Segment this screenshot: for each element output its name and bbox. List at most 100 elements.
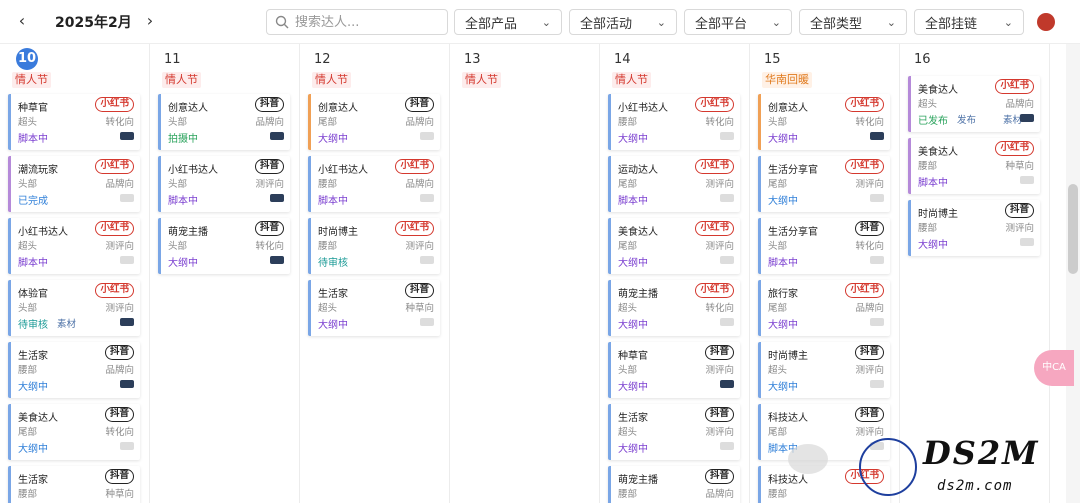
card-tier: 超头 xyxy=(318,303,338,314)
material-link[interactable]: 发布 xyxy=(957,112,976,126)
schedule-card[interactable]: 创意达人 抖音 头部 品牌向 拍摄中 xyxy=(158,94,290,150)
platform-badge: 小红书 xyxy=(95,283,134,298)
schedule-card[interactable]: 生活家 抖音 超头 测评向 大纲中 xyxy=(608,404,740,460)
day-column: 12 情人节 创意达人 抖音 尾部 品牌向 大纲中 小红书达人 小红书 腰部 品牌向 脚本中 时尚博主小… xyxy=(300,44,450,503)
watermark: DS2M ds2m.com xyxy=(855,432,1080,503)
card-status: 大纲中 xyxy=(318,134,348,145)
card-tier: 头部 xyxy=(168,241,188,252)
next-month-button[interactable]: › xyxy=(140,10,160,32)
tool-icon xyxy=(1020,114,1034,122)
toolbar: ‹ 2025年2月 › 全部产品 ⌄ 全部活动 ⌄ 全部平台 ⌄ 全部类型 ⌄ 全部挂链… xyxy=(0,0,1080,44)
platform-badge: 小红书 xyxy=(695,221,734,236)
platform-badge: 抖音 xyxy=(254,221,284,236)
search-input[interactable] xyxy=(295,14,435,30)
filter-link-label: 全部挂链 xyxy=(925,16,978,32)
filter-platform[interactable]: 全部平台 ⌄ xyxy=(684,9,792,35)
tool-icon xyxy=(120,318,134,326)
card-tier: 头部 xyxy=(168,179,188,190)
platform-badge: 小红书 xyxy=(995,79,1034,94)
day-number: 14 xyxy=(614,52,631,67)
schedule-card[interactable]: 运动达人 小红书 尾部 测评向 脚本中 xyxy=(608,156,740,212)
card-tier: 头部 xyxy=(618,365,638,376)
tool-icon xyxy=(120,442,134,450)
schedule-card[interactable]: 美食达人 小红书 超头 品牌向 已发布 发布 素材 xyxy=(908,76,1040,132)
holiday-tag: 情人节 xyxy=(12,72,51,88)
card-direction: 种草向 xyxy=(105,489,134,500)
schedule-card[interactable]: 小红书达人 小红书 超头 测评向 脚本中 xyxy=(8,218,140,274)
schedule-card[interactable]: 生活家 抖音 超头 种草向 大纲中 xyxy=(308,280,440,336)
schedule-card[interactable]: 创意达人 抖音 尾部 品牌向 大纲中 xyxy=(308,94,440,150)
filter-activity[interactable]: 全部活动 ⌄ xyxy=(569,9,677,35)
schedule-card[interactable]: 创意达人 小红书 头部 转化向 大纲中 xyxy=(758,94,890,150)
day-number: 15 xyxy=(764,52,781,67)
platform-badge: 抖音 xyxy=(104,345,134,360)
scrollbar-thumb[interactable] xyxy=(1068,184,1078,274)
platform-badge: 小红书 xyxy=(95,221,134,236)
card-name: 潮流玩家 xyxy=(18,165,58,176)
schedule-card[interactable]: 小红书达人 小红书 腰部 转化向 大纲中 xyxy=(608,94,740,150)
card-direction: 转化向 xyxy=(255,241,284,252)
card-tier: 尾部 xyxy=(618,241,638,252)
schedule-card[interactable]: 生活分享官 抖音 头部 转化向 脚本中 xyxy=(758,218,890,274)
card-status: 脚本中 xyxy=(918,178,948,189)
card-direction: 种草向 xyxy=(405,303,434,314)
schedule-card[interactable]: 旅行家 小红书 尾部 品牌向 大纲中 xyxy=(758,280,890,336)
avatar[interactable] xyxy=(1037,13,1055,31)
platform-badge: 小红书 xyxy=(695,97,734,112)
tool-icon xyxy=(720,318,734,326)
card-name: 时尚博主 xyxy=(918,209,958,220)
day-column: 13 情人节 xyxy=(450,44,600,503)
schedule-card[interactable]: 萌宠主播 抖音 腰部 品牌向 xyxy=(608,466,740,503)
material-link[interactable]: 素材 xyxy=(57,316,76,330)
schedule-card[interactable]: 小红书达人 抖音 头部 测评向 脚本中 xyxy=(158,156,290,212)
schedule-card[interactable]: 美食达人 小红书 腰部 种草向 脚本中 xyxy=(908,138,1040,194)
schedule-card[interactable]: 时尚博主 抖音 腰部 测评向 大纲中 xyxy=(908,200,1040,256)
card-tier: 头部 xyxy=(18,179,38,190)
filter-product-label: 全部产品 xyxy=(465,16,518,32)
schedule-card[interactable]: 小红书达人 小红书 腰部 品牌向 脚本中 xyxy=(308,156,440,212)
schedule-card[interactable]: 生活分享官 小红书 尾部 测评向 大纲中 xyxy=(758,156,890,212)
card-name: 小红书达人 xyxy=(618,103,668,114)
card-tier: 腰部 xyxy=(768,489,788,500)
schedule-card[interactable]: 生活家 抖音 腰部 种草向 xyxy=(8,466,140,503)
filter-link[interactable]: 全部挂链 ⌄ xyxy=(914,9,1024,35)
schedule-card[interactable]: 时尚博主 抖音 超头 测评向 大纲中 xyxy=(758,342,890,398)
schedule-card[interactable]: 美食达人 小红书 尾部 测评向 大纲中 xyxy=(608,218,740,274)
filter-type[interactable]: 全部类型 ⌄ xyxy=(799,9,907,35)
tool-icon xyxy=(870,380,884,388)
search-box[interactable] xyxy=(266,9,448,35)
holiday-tag: 情人节 xyxy=(462,72,501,88)
card-name: 创意达人 xyxy=(318,103,358,114)
schedule-card[interactable]: 时尚博主 小红书 腰部 测评向 待审核 xyxy=(308,218,440,274)
platform-badge: 小红书 xyxy=(395,159,434,174)
card-name: 萌宠主播 xyxy=(618,475,658,486)
card-direction: 测评向 xyxy=(1005,223,1034,234)
card-direction: 转化向 xyxy=(105,117,134,128)
schedule-card[interactable]: 种草官 抖音 头部 测评向 大纲中 xyxy=(608,342,740,398)
schedule-card[interactable]: 体验官 小红书 头部 测评向 待审核 素材 xyxy=(8,280,140,336)
platform-badge: 抖音 xyxy=(854,407,884,422)
card-name: 生活分享官 xyxy=(768,227,818,238)
day-column: 10 情人节 种草官 小红书 超头 转化向 脚本中 潮流玩家 小红书 头部 品牌向 已完成 小红书达人小… xyxy=(0,44,150,503)
platform-badge: 小红书 xyxy=(695,159,734,174)
platform-badge: 抖音 xyxy=(254,97,284,112)
schedule-card[interactable]: 生活家 抖音 腰部 品牌向 大纲中 xyxy=(8,342,140,398)
tool-icon xyxy=(720,256,734,264)
day-column: 14 情人节 小红书达人 小红书 腰部 转化向 大纲中 运动达人 小红书 尾部 测评向 脚本中 美食达人… xyxy=(600,44,750,503)
schedule-card[interactable]: 种草官 小红书 超头 转化向 脚本中 xyxy=(8,94,140,150)
platform-badge: 抖音 xyxy=(704,469,734,484)
tool-icon xyxy=(870,194,884,202)
prev-month-button[interactable]: ‹ xyxy=(12,10,32,32)
day-column: 11 情人节 创意达人 抖音 头部 品牌向 拍摄中 小红书达人 抖音 头部 测评向 脚本中 萌宠主播 抖音… xyxy=(150,44,300,503)
floating-action-button[interactable]: 中CA xyxy=(1034,350,1074,386)
card-tier: 超头 xyxy=(618,427,638,438)
chevron-down-icon: ⌄ xyxy=(1003,15,1013,29)
platform-badge: 抖音 xyxy=(404,283,434,298)
schedule-card[interactable]: 潮流玩家 小红书 头部 品牌向 已完成 xyxy=(8,156,140,212)
card-status: 大纲中 xyxy=(318,320,348,331)
schedule-card[interactable]: 美食达人 抖音 尾部 转化向 大纲中 xyxy=(8,404,140,460)
schedule-card[interactable]: 萌宠主播 抖音 头部 转化向 大纲中 xyxy=(158,218,290,274)
filter-product[interactable]: 全部产品 ⌄ xyxy=(454,9,562,35)
schedule-card[interactable]: 萌宠主播 小红书 超头 转化向 大纲中 xyxy=(608,280,740,336)
card-name: 美食达人 xyxy=(918,85,958,96)
